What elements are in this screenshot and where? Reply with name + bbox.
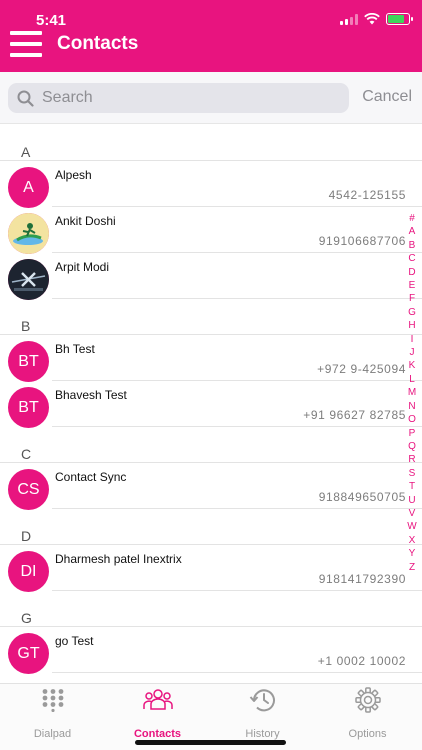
index-letter[interactable]: Y (409, 547, 416, 560)
contact-number: 918849650705 (318, 490, 406, 504)
contact-name: Bh Test (55, 342, 95, 356)
contact-number: 919106687706 (318, 234, 406, 248)
contact-row[interactable]: DI Dharmesh patel Inextrix 918141792390 (0, 545, 422, 592)
battery-icon (386, 13, 413, 25)
index-letter[interactable]: F (409, 292, 415, 305)
contact-number: 918141792390 (318, 572, 406, 586)
section-header: G (0, 591, 422, 627)
contact-row[interactable]: A Alpesh 4542-125155 (0, 161, 422, 208)
index-letter[interactable]: R (408, 453, 415, 466)
wifi-icon (364, 13, 380, 25)
hamburger-menu-icon[interactable] (10, 31, 42, 57)
cancel-button[interactable]: Cancel (362, 88, 412, 106)
index-letter[interactable]: Q (408, 440, 416, 453)
history-icon (249, 687, 277, 713)
index-letter[interactable]: V (409, 507, 416, 520)
contact-row[interactable]: GT go Test +1 0002 10002 (0, 627, 422, 674)
contact-name: Dharmesh patel Inextrix (55, 552, 182, 566)
index-letter[interactable]: H (408, 319, 415, 332)
contact-number: 4542-125155 (328, 188, 406, 202)
contacts-icon (142, 687, 173, 713)
row-divider (52, 508, 422, 509)
search-bar: Cancel (0, 72, 422, 124)
section-header: A (0, 125, 422, 161)
index-letter[interactable]: I (411, 333, 414, 346)
search-input[interactable] (42, 89, 332, 107)
row-divider (52, 590, 422, 591)
avatar: A (8, 167, 49, 208)
index-letter[interactable]: B (409, 239, 416, 252)
index-letter[interactable]: C (408, 252, 415, 265)
options-gear-icon (354, 687, 381, 713)
index-letter[interactable]: P (409, 427, 416, 440)
contact-number: +972 9-425094 (317, 362, 406, 376)
contact-name: Arpit Modi (55, 260, 110, 274)
avatar: BT (8, 341, 49, 382)
contact-row[interactable]: BT Bh Test +972 9-425094 (0, 335, 422, 382)
index-letter[interactable]: N (408, 400, 415, 413)
section-header: D (0, 509, 422, 545)
app-header: 5:41 Contacts (0, 0, 422, 72)
contact-name: Contact Sync (55, 470, 127, 484)
contact-name: Alpesh (55, 168, 92, 182)
index-letter[interactable]: Z (409, 561, 415, 574)
cellular-signal-icon (340, 13, 358, 25)
surfer-photo-icon (8, 213, 49, 254)
tab-label: Options (348, 728, 387, 740)
contact-row[interactable]: CS Contact Sync 918849650705 (0, 463, 422, 510)
section-header: C (0, 427, 422, 463)
tab-label: Dialpad (33, 728, 72, 740)
contact-number: +1 0002 10002 (317, 654, 406, 668)
contact-row[interactable]: BT Bhavesh Test +91 96627 82785 (0, 381, 422, 428)
row-divider (52, 426, 422, 427)
avatar: DI (8, 551, 49, 592)
status-icons (340, 13, 413, 25)
index-letter[interactable]: K (409, 359, 416, 372)
index-letter[interactable]: T (409, 480, 415, 493)
index-letter[interactable]: U (408, 494, 415, 507)
status-time: 5:41 (36, 12, 67, 29)
index-letter[interactable]: # (409, 212, 415, 225)
page-title: Contacts (57, 33, 139, 54)
index-letter[interactable]: G (408, 306, 416, 319)
contact-name: Bhavesh Test (55, 388, 127, 402)
contact-row[interactable]: Ankit Doshi 919106687706 (0, 207, 422, 254)
index-letter[interactable]: D (408, 266, 415, 279)
index-letter[interactable]: O (408, 413, 416, 426)
index-letter[interactable]: E (409, 279, 416, 292)
tab-options[interactable]: Options (315, 684, 420, 750)
index-letter[interactable]: A (409, 225, 416, 238)
alphabet-index[interactable]: # A B C D E F G H I J K L M N O P Q R S T U V W X Y Z (405, 212, 419, 574)
contact-row[interactable]: Arpit Modi (0, 253, 422, 300)
avatar: CS (8, 469, 49, 510)
tab-dialpad[interactable]: Dialpad (0, 684, 105, 750)
search-field[interactable] (8, 83, 349, 113)
contact-list[interactable]: A A Alpesh 4542-125155 Ankit Doshi 9191066877… (0, 125, 422, 683)
avatar: GT (8, 633, 49, 674)
dialpad-icon (41, 687, 65, 713)
avatar: BT (8, 387, 49, 428)
tab-label: Contacts (133, 728, 182, 740)
contact-name: Ankit Doshi (55, 214, 116, 228)
xbox-logo-photo-icon (8, 259, 49, 300)
index-letter[interactable]: L (409, 373, 415, 386)
home-indicator (135, 740, 286, 745)
row-divider (52, 298, 422, 299)
tab-label: History (245, 728, 280, 740)
section-header: B (0, 299, 422, 335)
contact-number: +91 96627 82785 (303, 408, 406, 422)
row-divider (52, 672, 422, 673)
search-icon (17, 90, 34, 107)
index-letter[interactable]: M (408, 386, 416, 399)
index-letter[interactable]: S (409, 467, 416, 480)
contact-name: go Test (55, 634, 94, 648)
index-letter[interactable]: X (409, 534, 416, 547)
index-letter[interactable]: W (407, 520, 416, 533)
index-letter[interactable]: J (410, 346, 415, 359)
